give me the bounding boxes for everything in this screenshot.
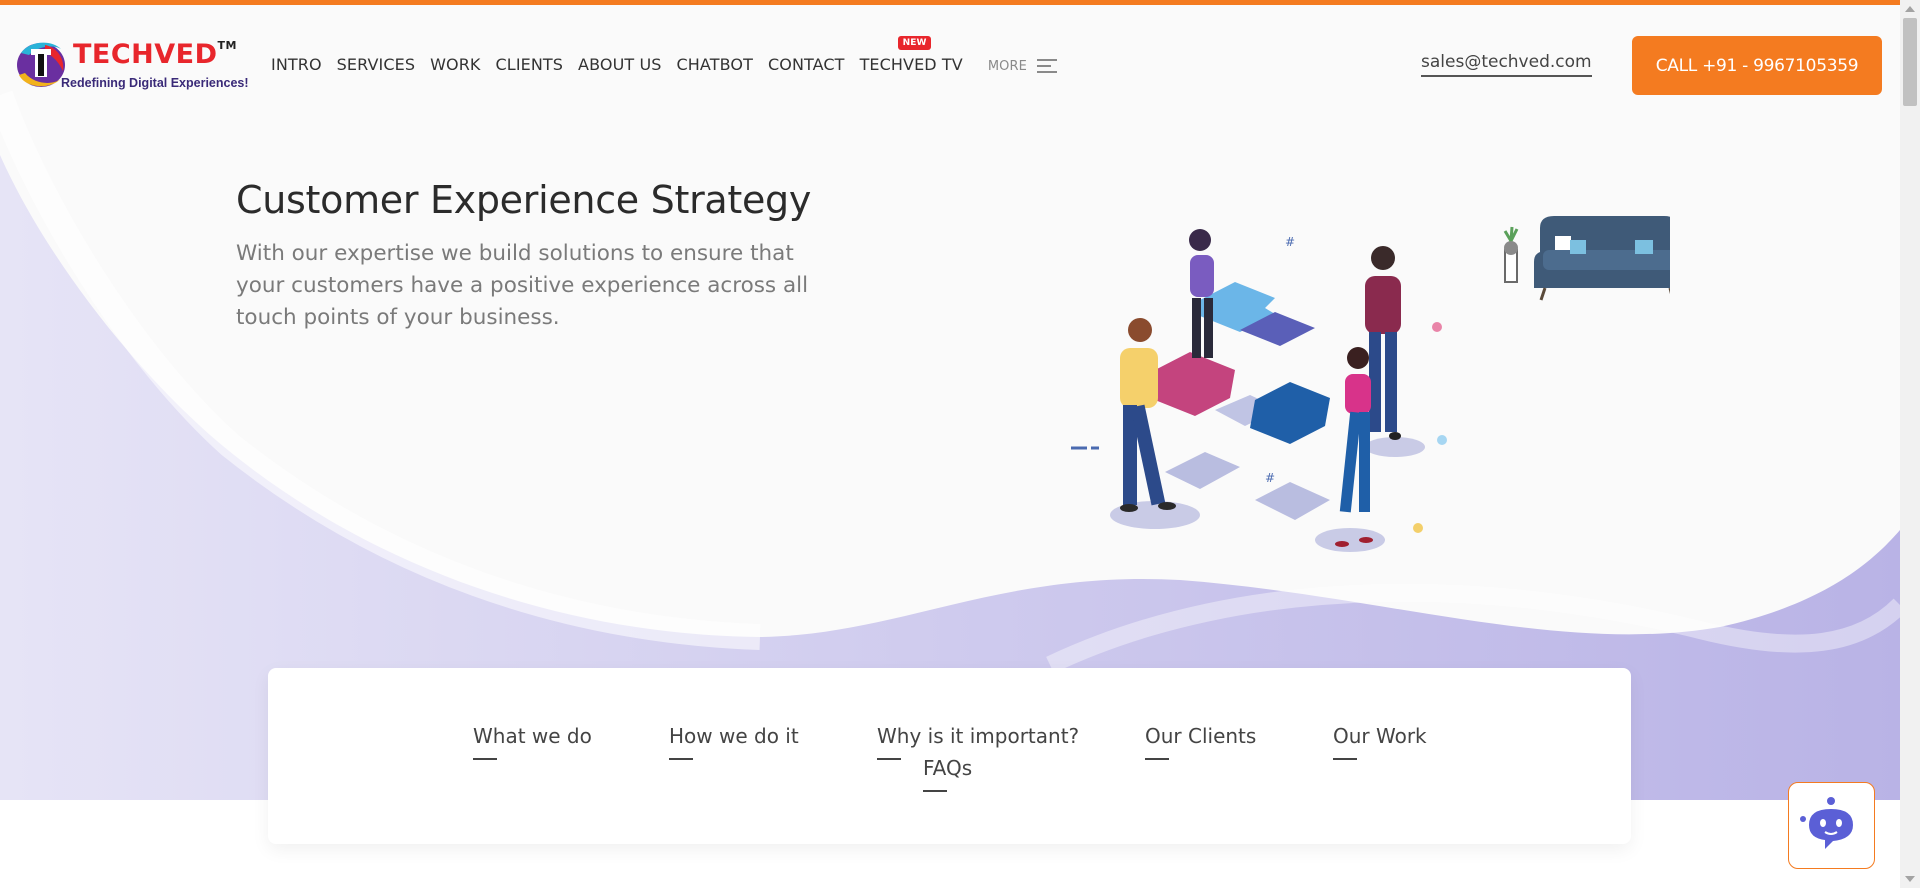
tab-why-important[interactable]: Why is it important? <box>877 724 1079 760</box>
tab-faqs[interactable]: FAQs <box>923 756 972 792</box>
section-tabs: What we do How we do it Why is it import… <box>268 668 1631 844</box>
call-button[interactable]: CALL +91 - 9967105359 <box>1632 36 1882 95</box>
new-badge: NEW <box>897 36 932 50</box>
page-scrollbar[interactable] <box>1900 0 1920 888</box>
nav-item-techved-tv[interactable]: NEW TECHVED TV <box>859 36 963 77</box>
nav-item-chatbot[interactable]: CHATBOT <box>677 55 753 77</box>
site-header: TECHVEDTM Redefining Digital Experiences… <box>0 5 1900 115</box>
page-subtitle: With our expertise we build solutions to… <box>236 241 809 330</box>
scroll-up-arrow-icon[interactable] <box>1905 6 1915 12</box>
nav-item-intro[interactable]: INTRO <box>271 55 322 77</box>
logo-wordmark: TECHVEDTM <box>73 39 237 70</box>
sofa <box>1503 216 1670 301</box>
tab-our-clients[interactable]: Our Clients <box>1145 724 1256 760</box>
svg-text:#: # <box>1285 235 1295 249</box>
tab-how-we-do-it[interactable]: How we do it <box>669 724 799 760</box>
page-title: Customer Experience Strategy <box>236 178 812 222</box>
nav-item-services[interactable]: SERVICES <box>337 55 415 77</box>
tab-our-work[interactable]: Our Work <box>1333 724 1427 760</box>
svg-text:#: # <box>1265 471 1275 485</box>
nav-item-clients[interactable]: CLIENTS <box>496 55 564 77</box>
logo-mark-icon <box>17 42 65 87</box>
chatbot-launcher[interactable] <box>1788 782 1875 869</box>
chatbot-icon <box>1800 797 1853 849</box>
nav-item-label: TECHVED TV <box>859 55 963 74</box>
nav-item-work[interactable]: WORK <box>430 55 480 77</box>
nav-item-about-us[interactable]: ABOUT US <box>578 55 661 77</box>
main-nav: INTRO SERVICES WORK CLIENTS ABOUT US CHA… <box>271 36 1072 77</box>
hamburger-menu-icon <box>1036 55 1057 77</box>
more-menu-button[interactable]: MORE <box>988 55 1057 77</box>
email-link[interactable]: sales@techved.com <box>1421 52 1592 77</box>
logo-tagline: Redefining Digital Experiences! <box>61 76 249 90</box>
more-label: MORE <box>987 58 1027 74</box>
tab-what-we-do[interactable]: What we do <box>473 724 592 760</box>
techved-logo[interactable]: TECHVEDTM Redefining Digital Experiences… <box>15 35 249 93</box>
nav-item-contact[interactable]: CONTACT <box>768 55 845 77</box>
team-puzzle-illustration: # # <box>1071 216 1670 552</box>
scroll-thumb[interactable] <box>1903 18 1917 106</box>
scroll-down-arrow-icon[interactable] <box>1905 876 1915 882</box>
